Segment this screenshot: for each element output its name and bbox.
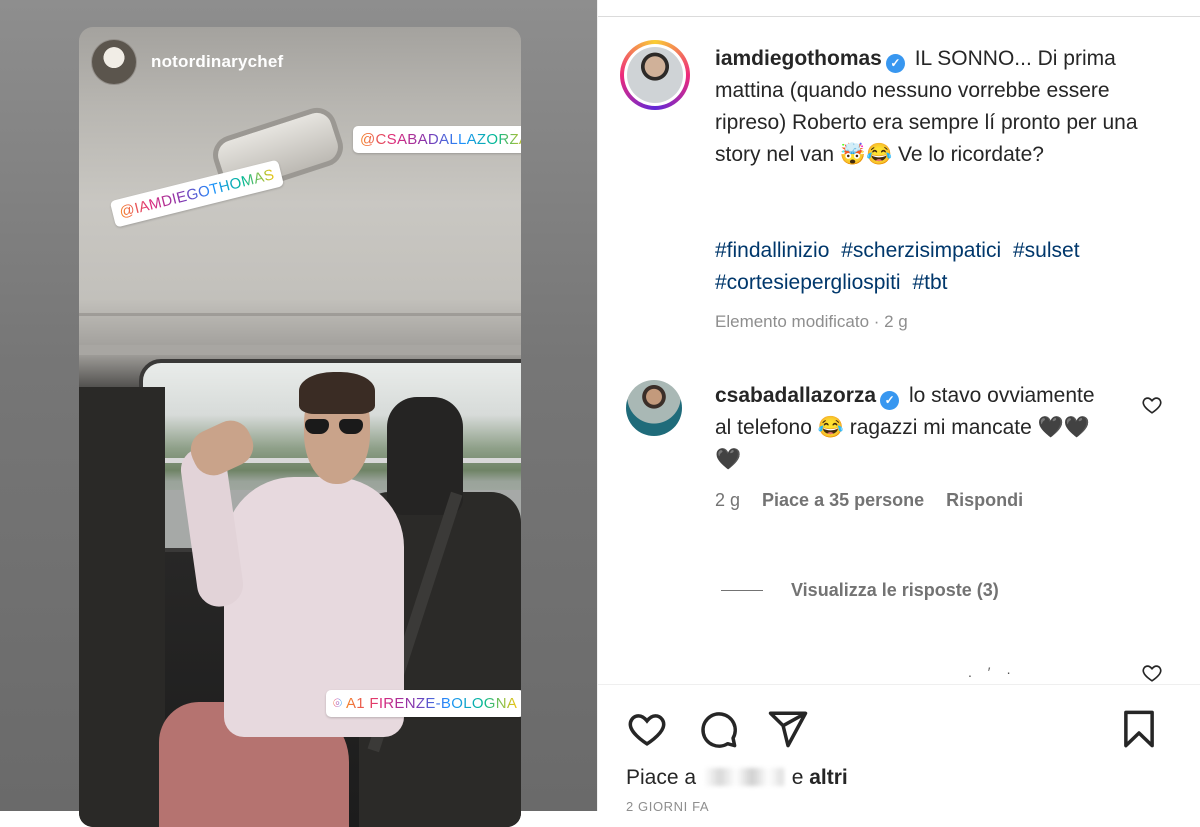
story-header: notordinarychef (91, 39, 283, 85)
post-caption: iamdiegothomas ✓ IL SONNO... Di prima mat… (715, 43, 1155, 171)
heart-icon[interactable] (626, 708, 668, 750)
mention-sticker[interactable]: @CSABADALLAZORZA (353, 126, 521, 153)
comment: csabadallazorza ✓ lo stavo ovviamente al … (715, 380, 1115, 476)
comment-likes-link[interactable]: Piace a 35 persone (762, 490, 924, 511)
post-date: 2 GIORNI FA (626, 799, 710, 814)
hashtag-link[interactable]: #sulset (1013, 239, 1080, 262)
reply-button[interactable]: Rispondi (946, 490, 1023, 511)
edited-timestamp: Elemento modificato · 2 g (715, 312, 908, 331)
view-replies-button[interactable]: Visualizza le risposte (3) (721, 580, 999, 601)
paper-plane-icon[interactable] (767, 708, 809, 750)
likes-summary[interactable]: Piace a e altri (626, 766, 848, 790)
hashtag-list: #findallinizio #scherzisimpatici #sulset… (715, 235, 1155, 299)
bookmark-icon[interactable] (1118, 708, 1160, 750)
post-details-pane: iamdiegothomas ✓ IL SONNO... Di prima mat… (597, 0, 1200, 814)
commenter-username[interactable]: csabadallazorza (715, 384, 876, 407)
location-sticker[interactable]: ⌾ A1 FIRENZE-BOLOGNA (326, 690, 521, 717)
hashtag-link[interactable]: #findallinizio (715, 239, 829, 262)
story-video[interactable]: notordinarychef @CSABADALLAZORZA @IAMDIE… (79, 27, 521, 827)
verified-badge-icon: ✓ (880, 391, 900, 410)
verified-badge-icon: ✓ (885, 54, 905, 73)
author-username[interactable]: iamdiegothomas (715, 47, 882, 70)
comment-bubble-icon[interactable] (697, 708, 739, 750)
redacted-username (703, 768, 784, 786)
story-username[interactable]: notordinarychef (151, 52, 283, 72)
hashtag-link[interactable]: #scherzisimpatici (841, 239, 1001, 262)
partial-comment: . ′ · (968, 664, 1017, 680)
divider (721, 590, 763, 591)
story-avatar[interactable] (91, 39, 137, 85)
comment-heart-icon[interactable] (1141, 394, 1163, 416)
location-pin-icon: ⌾ (333, 695, 346, 712)
hashtag-link[interactable]: #tbt (912, 271, 947, 294)
comment-meta: 2 g Piace a 35 persone Rispondi (715, 490, 1023, 511)
comment-heart-icon[interactable] (1141, 662, 1163, 684)
author-avatar[interactable] (620, 40, 690, 110)
post-media-pane: notordinarychef @CSABADALLAZORZA @IAMDIE… (0, 0, 597, 827)
comment-time: 2 g (715, 490, 741, 510)
commenter-avatar[interactable] (626, 380, 682, 436)
view-replies-label: Visualizza le risposte (3) (791, 580, 999, 600)
mention-sticker[interactable]: @IAMDIEGOTHOMAS (109, 159, 285, 228)
hashtag-link[interactable]: #cortesiepergliospiti (715, 271, 901, 294)
divider (598, 684, 1200, 685)
divider (598, 16, 1200, 17)
